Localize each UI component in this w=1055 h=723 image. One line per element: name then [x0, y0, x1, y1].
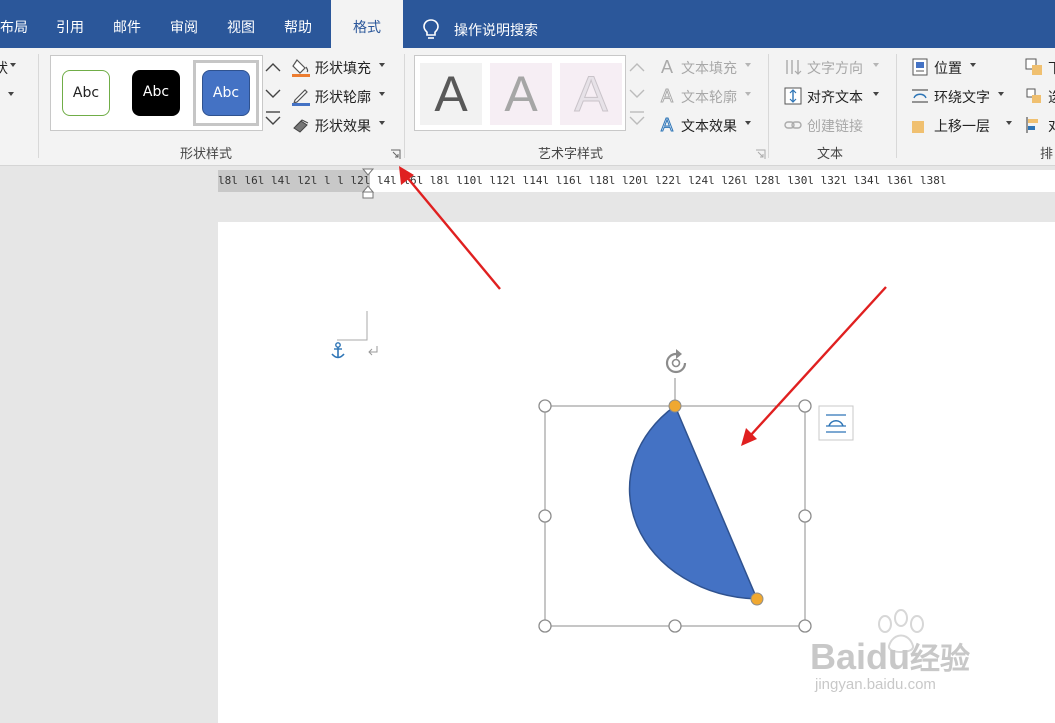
resize-handle-left[interactable]	[538, 509, 552, 523]
adjust-handle-end[interactable]	[750, 592, 764, 606]
layout-options-button[interactable]	[818, 405, 854, 441]
rotate-handle-icon[interactable]	[664, 349, 688, 375]
watermark-url: jingyan.baidu.com	[815, 676, 936, 693]
annotation-arrow-launcher	[399, 166, 501, 290]
anchor-icon[interactable]	[331, 342, 345, 359]
paragraph-mark-icon	[368, 346, 378, 356]
resize-handle-top-left[interactable]	[538, 399, 552, 413]
margin-corner-mark	[337, 311, 368, 341]
resize-handle-bottom[interactable]	[668, 619, 682, 633]
watermark-brand: Baidu经验	[810, 636, 971, 677]
resize-handle-right[interactable]	[798, 509, 812, 523]
adjust-handle-top[interactable]	[668, 399, 682, 413]
resize-handle-top-right[interactable]	[798, 399, 812, 413]
chord-shape[interactable]	[628, 404, 759, 600]
annotation-arrow-shape	[741, 286, 887, 446]
resize-handle-bottom-left[interactable]	[538, 619, 552, 633]
